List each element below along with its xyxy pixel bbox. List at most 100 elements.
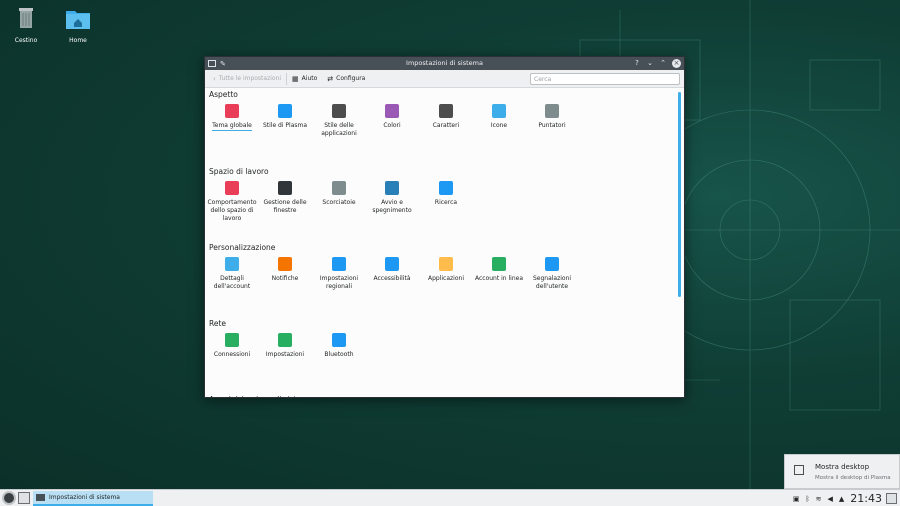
section-title: Amministrazione di sistema xyxy=(209,395,313,397)
settings-item-label: Gestione delle finestre xyxy=(263,199,307,214)
configure-button[interactable]: ⇄ Configura xyxy=(322,72,370,86)
settings-item[interactable]: Impostazioni regionali xyxy=(312,257,366,291)
settings-item[interactable]: Notifiche xyxy=(258,257,312,283)
settings-item-label: Puntatori xyxy=(538,122,566,129)
configure-sliders-icon: ⇄ xyxy=(327,74,334,83)
desktop-icon-trash[interactable]: Cestino xyxy=(0,4,52,44)
settings-item-label: Applicazioni xyxy=(428,275,464,282)
settings-item[interactable]: Dettagli dell'account xyxy=(205,257,259,291)
clipboard-icon[interactable]: ▣ xyxy=(793,495,800,503)
settings-item-label: Comportamento dello spazio di lavoro xyxy=(207,199,257,222)
tooltip-subtitle: Mostra il desktop di Plasma xyxy=(815,475,891,481)
desktop-icon-home[interactable]: Home xyxy=(52,4,104,44)
settings-item[interactable]: Applicazioni xyxy=(419,257,473,283)
show-desktop-tooltip: Mostra desktop Mostra il desktop di Plas… xyxy=(784,454,900,489)
volume-icon[interactable]: ◀ xyxy=(828,495,833,503)
account-details-icon xyxy=(225,257,239,271)
network-settings-globe-icon xyxy=(278,333,292,347)
application-launcher-icon[interactable] xyxy=(2,491,16,505)
settings-item[interactable]: Comportamento dello spazio di lavoro xyxy=(205,181,259,223)
system-settings-task-icon xyxy=(36,494,45,501)
startup-shutdown-icon xyxy=(385,181,399,195)
bluetooth-icon xyxy=(332,333,346,347)
settings-item-label: Segnalazioni dell'utente xyxy=(532,275,572,290)
settings-item[interactable]: Icone xyxy=(472,104,526,130)
settings-item[interactable]: Accessibilità xyxy=(365,257,419,283)
settings-item[interactable]: Colori xyxy=(365,104,419,130)
global-theme-icon xyxy=(225,104,239,118)
app-style-icon xyxy=(332,104,346,118)
window-toolbar: ‹ Tutte le impostazioni ▦ Aiuto ⇄ Config… xyxy=(205,70,684,88)
help-button-label: Aiuto xyxy=(301,75,318,82)
settings-item[interactable]: Caratteri xyxy=(419,104,473,130)
connections-globe-icon xyxy=(225,333,239,347)
settings-categories: Aspetto Tema globale Stile di Plasma Stile … xyxy=(205,88,677,397)
help-grid-icon: ▦ xyxy=(292,74,299,83)
section-title: Aspetto xyxy=(209,90,238,99)
help-button[interactable]: ▦ Aiuto xyxy=(287,72,322,86)
desktop-icon-label: Cestino xyxy=(14,37,38,44)
desktop-icon-label: Home xyxy=(69,37,87,44)
regional-settings-icon xyxy=(332,257,346,271)
scrollbar[interactable] xyxy=(678,91,682,391)
settings-item-label: Impostazioni xyxy=(265,351,305,358)
bell-icon xyxy=(278,257,292,271)
section-title: Spazio di lavoro xyxy=(209,167,269,176)
settings-item-label: Bluetooth xyxy=(324,351,354,358)
help-icon[interactable]: ? xyxy=(633,58,641,68)
settings-item[interactable]: Puntatori xyxy=(525,104,579,130)
task-system-settings[interactable]: Impostazioni di sistema xyxy=(33,491,153,506)
settings-item-label: Icone xyxy=(490,122,508,129)
search-icon xyxy=(439,181,453,195)
settings-item[interactable]: Tema globale xyxy=(205,104,259,131)
window-titlebar[interactable]: ✎ Impostazioni di sistema ? ⌄ ⌃ × xyxy=(205,57,684,70)
settings-item-label: Dettagli dell'account xyxy=(213,275,251,290)
settings-item[interactable]: Ricerca xyxy=(419,181,473,207)
colors-icon xyxy=(385,104,399,118)
settings-item[interactable]: Account in linea xyxy=(472,257,526,283)
section-title: Rete xyxy=(209,319,227,328)
cursors-icon xyxy=(545,104,559,118)
accessibility-icon xyxy=(385,257,399,271)
pager-icon[interactable] xyxy=(18,492,30,504)
online-accounts-icon xyxy=(492,257,506,271)
settings-item-label: Ricerca xyxy=(434,199,458,206)
show-desktop-icon xyxy=(794,465,804,475)
system-tray: ▣ ᛒ ≋ ◀ ▲ 21:43 xyxy=(793,492,882,505)
settings-item[interactable]: Scorciatoie xyxy=(312,181,366,207)
settings-item-label: Colori xyxy=(383,122,401,129)
settings-item-label: Account in linea xyxy=(474,275,523,282)
chevron-left-icon: ‹ xyxy=(213,74,216,83)
wifi-icon[interactable]: ≋ xyxy=(816,495,822,503)
settings-item[interactable]: Avvio e spegnimento xyxy=(365,181,419,215)
show-desktop-button[interactable] xyxy=(886,493,897,504)
settings-item-label: Notifiche xyxy=(271,275,299,282)
maximize-icon[interactable]: ⌃ xyxy=(659,58,667,68)
window-management-icon xyxy=(278,181,292,195)
configure-button-label: Configura xyxy=(336,75,366,82)
close-icon[interactable]: × xyxy=(672,58,681,68)
settings-item[interactable]: Segnalazioni dell'utente xyxy=(525,257,579,291)
back-button-label: Tutte le impostazioni xyxy=(218,75,282,82)
settings-item-label: Caratteri xyxy=(432,122,460,129)
minimize-icon[interactable]: ⌄ xyxy=(646,58,654,68)
settings-item[interactable]: Stile delle applicazioni xyxy=(312,104,366,138)
bluetooth-icon[interactable]: ᛒ xyxy=(805,495,809,503)
clock[interactable]: 21:43 xyxy=(850,492,882,505)
settings-item[interactable]: Impostazioni xyxy=(258,333,312,359)
search-input[interactable] xyxy=(530,73,680,85)
settings-item-label: Stile di Plasma xyxy=(262,122,308,129)
scrollbar-thumb[interactable] xyxy=(678,92,681,297)
workspace-behavior-icon xyxy=(225,181,239,195)
plasma-style-icon xyxy=(278,104,292,118)
task-label: Impostazioni di sistema xyxy=(49,494,120,501)
settings-item[interactable]: Stile di Plasma xyxy=(258,104,312,130)
settings-item-label: Tema globale xyxy=(212,122,252,131)
applications-icon xyxy=(439,257,453,271)
settings-item[interactable]: Bluetooth xyxy=(312,333,366,359)
settings-item[interactable]: Gestione delle finestre xyxy=(258,181,312,215)
expand-arrow-icon[interactable]: ▲ xyxy=(839,495,844,503)
system-settings-window: ✎ Impostazioni di sistema ? ⌄ ⌃ × ‹ Tutt… xyxy=(204,56,685,398)
settings-item[interactable]: Connessioni xyxy=(205,333,259,359)
all-settings-back-button[interactable]: ‹ Tutte le impostazioni xyxy=(208,72,286,86)
